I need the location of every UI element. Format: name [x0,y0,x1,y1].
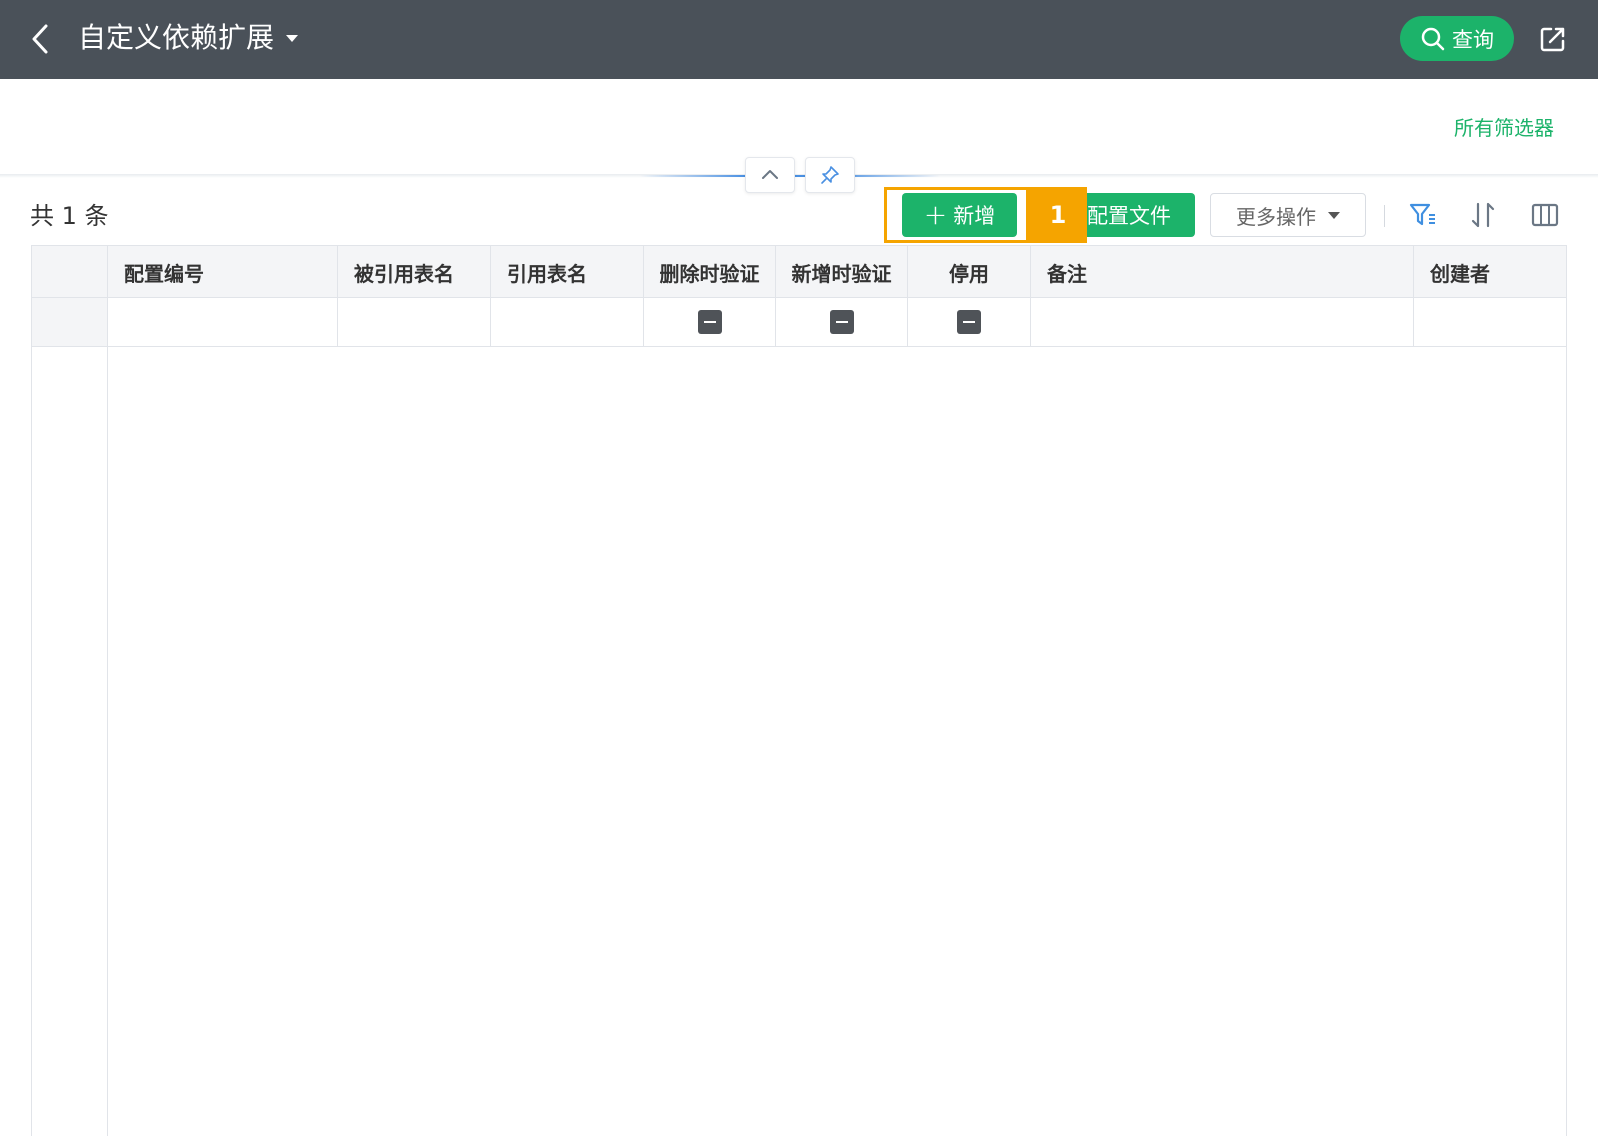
filter-icon[interactable] [1408,200,1438,230]
caret-down-icon [1328,211,1340,219]
app-header: 自定义依赖扩展 查询 [0,0,1598,79]
chevron-left-icon[interactable] [28,22,52,56]
column-header-creator[interactable]: 创建者 [1414,246,1566,298]
filter-cell-validate-on-add [776,298,908,346]
pin-filter-button[interactable] [805,157,855,193]
filter-cell-config-no[interactable] [108,298,338,346]
query-button[interactable]: 查询 [1400,16,1514,61]
search-icon [1421,27,1445,50]
more-actions-label: 更多操作 [1236,204,1316,229]
columns-icon[interactable] [1530,200,1560,230]
sort-icon[interactable] [1468,200,1498,230]
indeterminate-checkbox-icon[interactable] [697,310,722,334]
pin-icon [821,166,839,184]
toolbar-separator [1384,205,1385,227]
all-filters-link[interactable]: 所有筛选器 [1454,112,1554,141]
filter-cell-disabled [908,298,1031,346]
column-header-validate-on-delete[interactable]: 删除时验证 [644,246,776,298]
add-button[interactable]: + 新增 [902,193,1017,237]
collapse-filter-button[interactable] [745,157,795,193]
filter-row-gutter [32,298,108,346]
table-header: 配置编号 被引用表名 引用表名 删除时验证 新增时验证 停用 备注 创建者 [32,246,1566,298]
plus-icon: + [923,198,948,231]
step-badge: 1 [1029,187,1087,243]
indeterminate-checkbox-icon[interactable] [829,310,854,334]
filter-cell-remark[interactable] [1031,298,1414,346]
filter-cell-validate-on-delete [644,298,776,346]
table-filter-row [32,298,1566,347]
filter-cell-creator[interactable] [1414,298,1566,346]
config-file-button[interactable]: 配置文件 [1087,193,1195,237]
record-count: 共 1 条 [30,202,109,230]
caret-down-icon[interactable] [286,35,298,42]
column-header-disabled[interactable]: 停用 [908,246,1031,298]
row-number-gutter [32,347,108,1136]
column-header-remark[interactable]: 备注 [1031,246,1414,298]
add-button-label: 新增 [953,204,996,228]
column-header-validate-on-add[interactable]: 新增时验证 [776,246,908,298]
column-header-referenced-table[interactable]: 被引用表名 [338,246,491,298]
row-number-header [32,246,108,297]
filter-cell-referenced-table[interactable] [338,298,491,346]
config-file-button-label: 配置文件 [1087,204,1171,228]
filter-cell-referencing-table[interactable] [491,298,644,346]
column-header-config-no[interactable]: 配置编号 [108,246,338,298]
query-button-label: 查询 [1452,27,1494,52]
chevron-up-icon [762,170,778,179]
column-header-referencing-table[interactable]: 引用表名 [491,246,644,298]
external-link-icon[interactable] [1538,24,1568,54]
indeterminate-checkbox-icon[interactable] [957,310,981,334]
page-title: 自定义依赖扩展 [78,21,275,54]
data-table: 配置编号 被引用表名 引用表名 删除时验证 新增时验证 停用 备注 创建者 [31,245,1567,1136]
more-actions-button[interactable]: 更多操作 [1210,193,1366,237]
